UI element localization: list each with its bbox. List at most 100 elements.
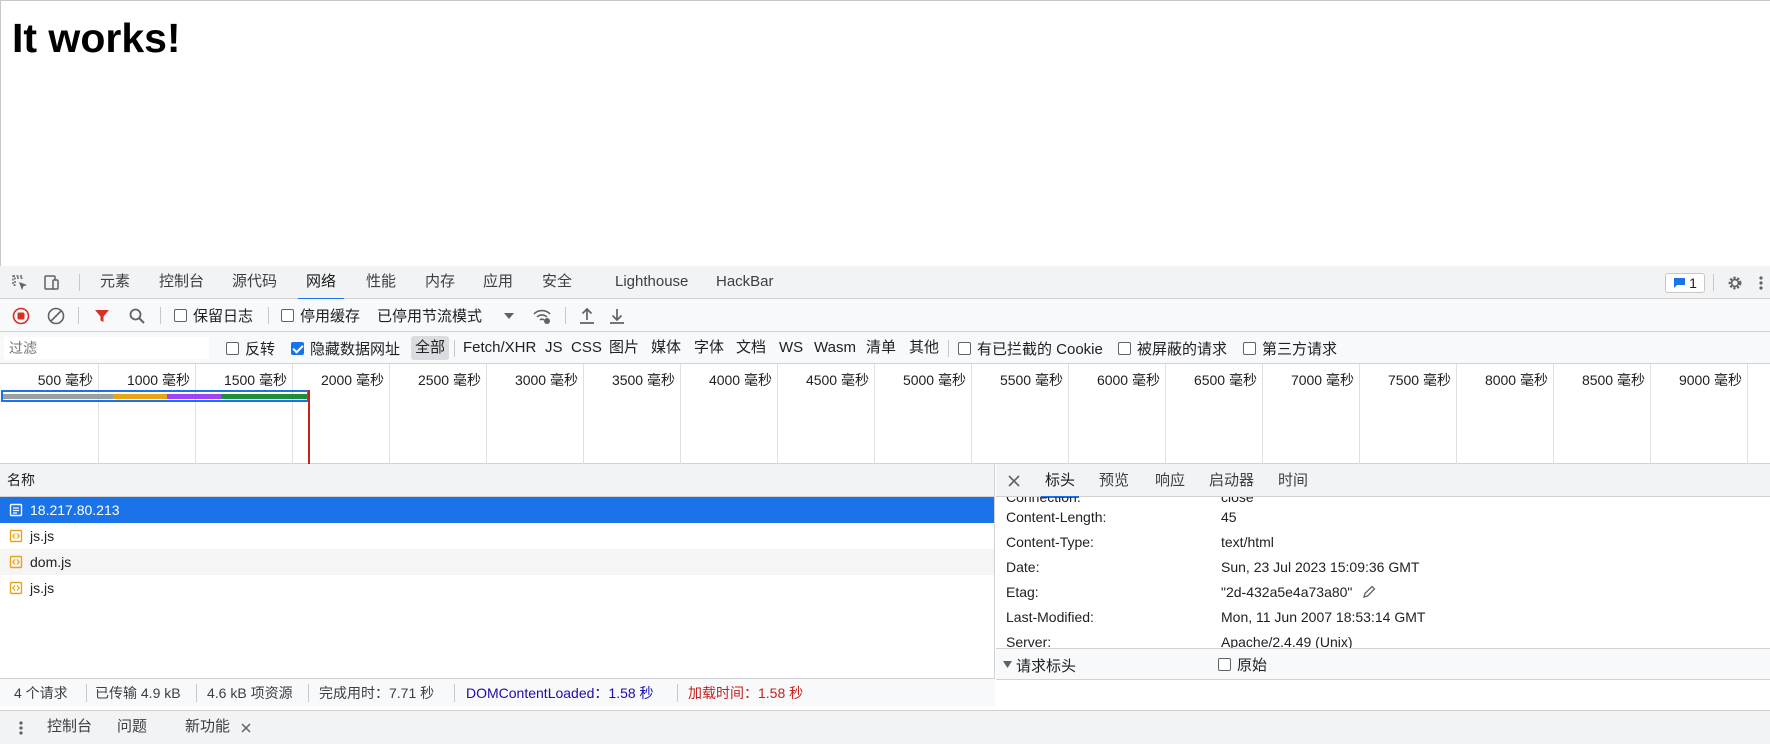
header-name: Content-Type: (1006, 534, 1094, 550)
header-value: Apache/2.4.49 (Unix) (1221, 634, 1353, 648)
filter-input[interactable] (4, 337, 209, 359)
invert-checkbox[interactable]: 反转 (226, 332, 275, 364)
issues-badge[interactable]: 1 (1665, 273, 1705, 293)
type-filter-all[interactable]: 全部 (411, 336, 450, 360)
tab-memory[interactable]: 内存 (425, 266, 455, 299)
waterfall-segment-grey (3, 394, 113, 399)
timeline-tick-label: 3000 毫秒 (514, 372, 578, 388)
request-row[interactable]: js.js (0, 523, 994, 549)
device-toolbar-icon[interactable] (41, 273, 61, 293)
close-drawer-tab-icon[interactable] (240, 722, 252, 734)
invert-box[interactable] (226, 341, 239, 355)
timeline-tick-label: 7500 毫秒 (1387, 372, 1451, 388)
drawer-tab-console[interactable]: 控制台 (47, 711, 92, 744)
status-transferred: 已传输 4.9 kB (95, 685, 181, 701)
export-har-icon[interactable] (607, 306, 627, 326)
timeline-tick-label: 9000 毫秒 (1678, 372, 1742, 388)
third-party-checkbox[interactable]: 第三方请求 (1243, 332, 1337, 364)
throttling-select[interactable]: 已停用节流模式 (377, 299, 515, 332)
type-filter-other[interactable]: 其他 (909, 332, 939, 364)
request-name: 18.217.80.213 (30, 502, 120, 518)
raw-checkbox[interactable]: 原始 (1218, 649, 1267, 679)
network-toolbar: 保留日志 停用缓存 已停用节流模式 (0, 299, 1770, 332)
type-filter-media[interactable]: 媒体 (651, 332, 681, 364)
details-tab-initiator[interactable]: 启动器 (1209, 464, 1254, 497)
waterfall-segment-green (221, 394, 307, 399)
drawer-tab-issues[interactable]: 问题 (117, 711, 147, 744)
tab-hackbar[interactable]: HackBar (716, 266, 774, 299)
tab-lighthouse[interactable]: Lighthouse (615, 266, 688, 299)
settings-gear-icon[interactable] (1725, 273, 1745, 293)
timeline-tick-label: 7000 毫秒 (1290, 372, 1354, 388)
hide-data-urls-checkbox[interactable]: 隐藏数据网址 (291, 332, 400, 364)
type-filter-css[interactable]: CSS (571, 332, 602, 364)
edit-pencil-icon[interactable] (1362, 585, 1376, 599)
blocked-requests-box[interactable] (1118, 341, 1131, 355)
clear-icon[interactable] (46, 306, 66, 326)
request-row[interactable]: js.js (0, 575, 994, 601)
tab-elements[interactable]: 元素 (100, 266, 130, 299)
header-value: "2d-432a5e4a73a80" (1221, 580, 1376, 605)
column-header-name[interactable]: 名称 (0, 464, 994, 497)
type-filter-doc[interactable]: 文档 (736, 332, 766, 364)
details-tabs: 标头 预览 响应 启动器 时间 (996, 464, 1770, 498)
close-icon[interactable] (1006, 473, 1022, 489)
more-options-icon[interactable] (1755, 273, 1767, 293)
status-request-count: 4 个请求 (14, 685, 68, 701)
tab-application[interactable]: 应用 (483, 266, 513, 299)
type-filter-img[interactable]: 图片 (609, 332, 639, 364)
details-tab-headers[interactable]: 标头 (1040, 464, 1080, 498)
header-name: Etag: (1006, 584, 1039, 600)
tab-network[interactable]: 网络 (297, 266, 345, 300)
tab-console[interactable]: 控制台 (159, 266, 204, 299)
timeline-tick-label: 4500 毫秒 (805, 372, 869, 388)
third-party-box[interactable] (1243, 341, 1256, 355)
page-viewport: It works! (0, 0, 1770, 266)
network-status-bar: 4 个请求 已传输 4.9 kB 4.6 kB 项资源 完成用时：7.71 秒 … (0, 678, 995, 706)
preserve-log-checkbox[interactable]: 保留日志 (174, 299, 253, 332)
type-filter-font[interactable]: 字体 (694, 332, 724, 364)
request-row[interactable]: dom.js (0, 549, 994, 575)
details-tab-timing[interactable]: 时间 (1278, 464, 1308, 497)
network-overview-timeline[interactable]: 500 毫秒 1000 毫秒 1500 毫秒 2000 毫秒 2500 毫秒 3000 毫… (0, 364, 1770, 464)
header-row: Etag: "2d-432a5e4a73a80" (1006, 580, 1766, 605)
devtools-panel: 元素 控制台 源代码 网络 性能 内存 应用 安全 Lighthouse Hac… (0, 266, 1770, 744)
type-filter-wasm[interactable]: Wasm (814, 332, 856, 364)
blocked-cookies-box[interactable] (958, 341, 971, 355)
timeline-tick-label: 5500 毫秒 (999, 372, 1063, 388)
header-row: Content-Type: text/html (1006, 530, 1766, 555)
type-filter-js[interactable]: JS (545, 332, 563, 364)
tab-sources[interactable]: 源代码 (232, 266, 277, 299)
stop-recording-icon[interactable] (11, 306, 31, 326)
disable-cache-checkbox[interactable]: 停用缓存 (281, 299, 360, 332)
details-tab-response[interactable]: 响应 (1155, 464, 1185, 497)
hide-data-urls-box[interactable] (291, 341, 304, 355)
tab-security[interactable]: 安全 (542, 266, 572, 299)
request-headers-section[interactable]: 请求标头 原始 (996, 648, 1770, 680)
drawer-menu-icon[interactable] (15, 719, 27, 737)
preserve-log-box[interactable] (174, 309, 187, 322)
type-filter-fetch-xhr[interactable]: Fetch/XHR (463, 332, 536, 364)
type-filter-manifest[interactable]: 清单 (866, 332, 896, 364)
dropdown-arrow-icon (504, 312, 515, 319)
details-tab-preview[interactable]: 预览 (1099, 464, 1129, 497)
search-icon[interactable] (127, 306, 147, 326)
request-name: js.js (30, 580, 55, 596)
network-conditions-icon[interactable] (531, 306, 553, 326)
tab-performance[interactable]: 性能 (366, 266, 396, 299)
blocked-cookies-checkbox[interactable]: 有已拦截的 Cookie (958, 332, 1103, 364)
filter-funnel-icon[interactable] (92, 306, 112, 326)
request-row[interactable]: 18.217.80.213 (0, 497, 994, 523)
import-har-icon[interactable] (577, 306, 597, 326)
header-name: Content-Length: (1006, 509, 1107, 525)
status-resources: 4.6 kB 项资源 (207, 685, 293, 701)
drawer-tab-whats-new[interactable]: 新功能 (185, 711, 230, 744)
blocked-requests-checkbox[interactable]: 被屏蔽的请求 (1118, 332, 1227, 364)
network-filter-bar: 反转 隐藏数据网址 全部 Fetch/XHR JS CSS 图片 媒体 字体 文… (0, 332, 1770, 364)
blocked-requests-label: 被屏蔽的请求 (1137, 340, 1228, 358)
header-name: Date: (1006, 559, 1040, 575)
raw-box[interactable] (1218, 657, 1231, 671)
disable-cache-box[interactable] (281, 309, 294, 322)
inspect-element-icon[interactable] (10, 273, 30, 293)
type-filter-ws[interactable]: WS (779, 332, 803, 364)
